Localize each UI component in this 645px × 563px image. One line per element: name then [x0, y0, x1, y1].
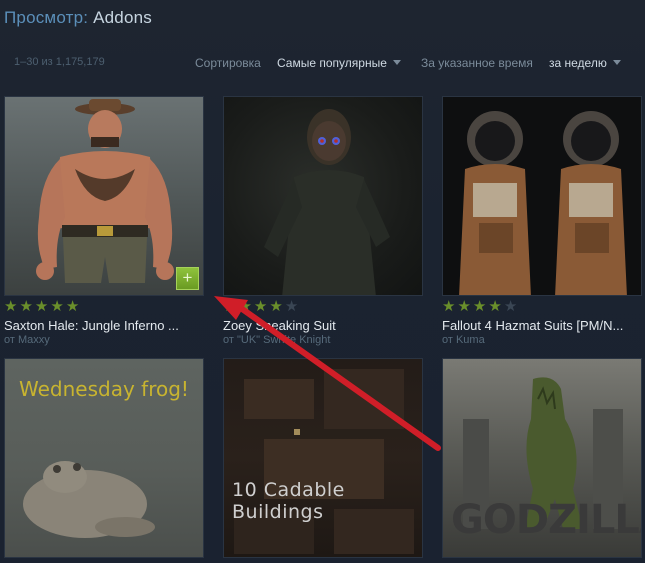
time-filter-dropdown[interactable]: за неделю [549, 56, 621, 70]
rating-stars: ★ ★ ★ ★ ★ [4, 299, 79, 315]
page-title: Просмотр: Addons [4, 8, 152, 28]
breadcrumb-browse-link[interactable]: Просмотр: [4, 8, 88, 27]
star-icon: ★ [34, 298, 49, 315]
star-icon: ★ [4, 298, 18, 315]
workshop-item-card[interactable]: GODZILLA [442, 358, 642, 563]
star-icon: ★ [442, 298, 456, 315]
thumbnail-caption: 10 Cadable Buildings [232, 479, 345, 523]
item-thumbnail[interactable] [442, 96, 642, 296]
item-title[interactable]: Fallout 4 Hazmat Suits [PM/N... [442, 318, 642, 333]
item-author[interactable]: от "UK" Swhite Knight [223, 334, 330, 346]
rating-stars: ★ ★ ★ ★ ★ [442, 299, 517, 315]
add-to-favorites-button[interactable]: + [176, 267, 199, 290]
star-icon: ★ [223, 298, 237, 315]
buildings-preview-image [234, 369, 414, 554]
thumbnail-caption: Wednesday frog! [19, 377, 189, 401]
workshop-item-card[interactable]: ★ ★ ★ ★ ★ Fallout 4 Hazmat Suits [PM/N..… [442, 96, 642, 351]
star-icon: ★ [19, 298, 33, 315]
character-preview-image [459, 111, 627, 295]
item-thumbnail[interactable] [223, 96, 423, 296]
chevron-down-icon [612, 60, 621, 65]
star-icon: ★ [253, 298, 268, 315]
star-icon: ★ [457, 298, 471, 315]
star-icon: ★ [269, 298, 283, 315]
character-preview-image [264, 109, 390, 295]
workshop-item-card[interactable]: Wednesday frog! [4, 358, 204, 563]
star-icon: ★ [65, 298, 80, 315]
star-icon: ★ [284, 298, 299, 315]
star-icon: ★ [238, 298, 252, 315]
item-thumbnail[interactable]: 10 Cadable Buildings [223, 358, 423, 558]
time-filter-label: За указанное время [421, 56, 533, 70]
item-thumbnail[interactable]: + [4, 96, 204, 296]
star-icon: ★ [488, 298, 502, 315]
item-author[interactable]: от Maxxy [4, 334, 50, 346]
star-icon: ★ [503, 298, 518, 315]
workshop-item-card[interactable]: ★ ★ ★ ★ ★ Zoey Sneaking Suit от "UK" Swh… [223, 96, 423, 351]
star-icon: ★ [472, 298, 487, 315]
breadcrumb-current: Addons [93, 8, 152, 27]
item-author[interactable]: от Kuma [442, 334, 485, 346]
sort-label: Сортировка [195, 56, 261, 70]
item-title[interactable]: Zoey Sneaking Suit [223, 318, 423, 333]
item-thumbnail[interactable]: GODZILLA [442, 358, 642, 558]
character-preview-image [36, 99, 174, 283]
item-thumbnail[interactable]: Wednesday frog! [4, 358, 204, 558]
chevron-down-icon [392, 60, 401, 65]
thumbnail-caption: GODZILLA [451, 497, 641, 543]
filter-bar: 1–30 из 1,175,179 Сортировка Самые попул… [0, 46, 645, 78]
star-icon: ★ [50, 298, 64, 315]
time-filter-value: за неделю [549, 56, 607, 70]
rating-stars: ★ ★ ★ ★ ★ [223, 299, 298, 315]
workshop-item-card[interactable]: 10 Cadable Buildings [223, 358, 423, 563]
item-title[interactable]: Saxton Hale: Jungle Inferno ... [4, 318, 204, 333]
sort-dropdown[interactable]: Самые популярные [277, 56, 401, 70]
results-count: 1–30 из 1,175,179 [14, 56, 105, 68]
sort-dropdown-value: Самые популярные [277, 56, 387, 70]
workshop-item-card[interactable]: + ★ ★ ★ ★ ★ Saxton Hale: Jungle Inferno … [4, 96, 204, 351]
